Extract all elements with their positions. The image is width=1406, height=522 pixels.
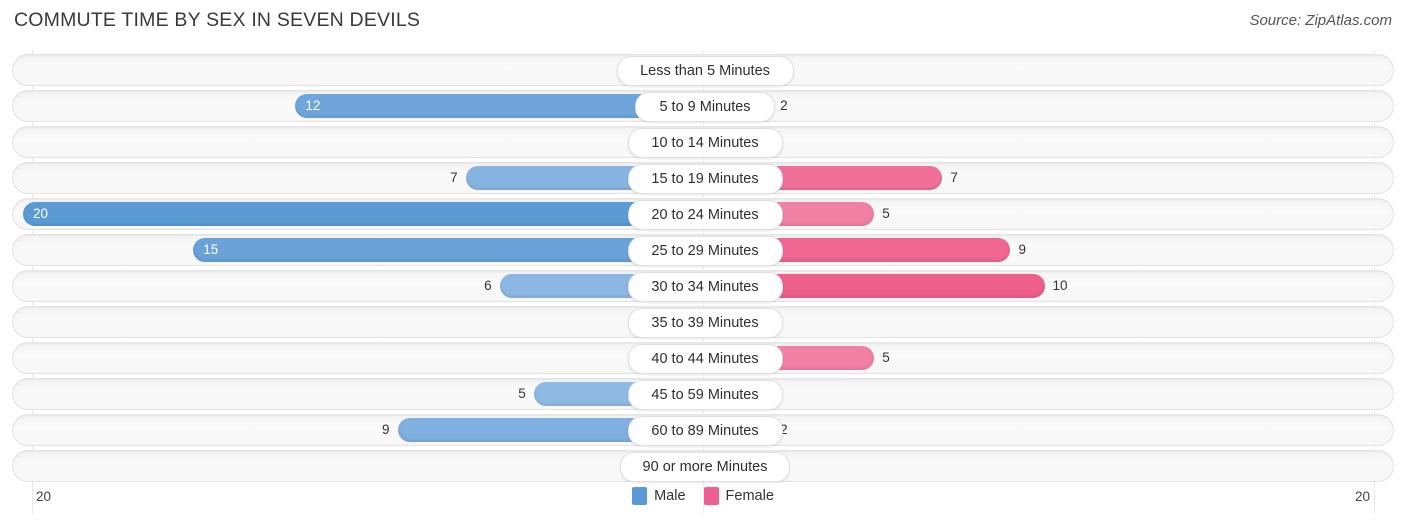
value-label-male: 7	[450, 170, 458, 185]
table-row: 9 2 60 to 89 Minutes	[12, 414, 1394, 446]
legend-item-female[interactable]: Female	[703, 487, 774, 505]
table-row: 12 2 5 to 9 Minutes	[12, 90, 1394, 122]
category-label: 40 to 44 Minutes	[627, 344, 783, 374]
category-label: 5 to 9 Minutes	[635, 92, 775, 122]
category-label: 45 to 59 Minutes	[627, 380, 783, 410]
value-label-female: 10	[1052, 278, 1068, 293]
value-label-female: 7	[950, 170, 958, 185]
table-row: 15 9 25 to 29 Minutes	[12, 234, 1394, 266]
value-label-female: 9	[1018, 242, 1026, 257]
value-label-female: 5	[882, 206, 890, 221]
legend-item-male[interactable]: Male	[632, 487, 686, 505]
legend-label-male: Male	[654, 488, 686, 504]
value-label-male: 5	[518, 386, 526, 401]
legend-swatch-female-icon	[703, 487, 719, 505]
table-row: 0110 to 14 Minutes	[12, 126, 1394, 158]
legend-label-female: Female	[725, 488, 774, 504]
value-label-male: 15	[203, 242, 219, 257]
category-label: 60 to 89 Minutes	[627, 416, 783, 446]
category-label: 20 to 24 Minutes	[627, 200, 783, 230]
table-row: 6 10 30 to 34 Minutes	[12, 270, 1394, 302]
value-label-male: 12	[305, 98, 321, 113]
value-label-female: 2	[780, 98, 788, 113]
value-label-male: 6	[484, 278, 492, 293]
category-label: 90 or more Minutes	[620, 452, 790, 482]
plot-area: 20Less than 5 Minutes1225 to 9 Minutes01…	[0, 50, 1406, 514]
page-title: COMMUTE TIME BY SEX IN SEVEN DEVILS	[14, 9, 421, 31]
table-row: 20Less than 5 Minutes	[12, 54, 1394, 86]
table-row: 5045 to 59 Minutes	[12, 378, 1394, 410]
value-label-female: 2	[780, 422, 788, 437]
table-row: 0035 to 39 Minutes	[12, 306, 1394, 338]
table-row: 7 7 15 to 19 Minutes	[12, 162, 1394, 194]
category-label: 25 to 29 Minutes	[627, 236, 783, 266]
category-label: 15 to 19 Minutes	[627, 164, 783, 194]
table-row: 20 5 20 to 24 Minutes	[12, 198, 1394, 230]
bar-male[interactable]	[23, 202, 704, 226]
category-label: 35 to 39 Minutes	[627, 308, 783, 338]
source-attribution: Source: ZipAtlas.com	[1249, 12, 1392, 29]
table-row: 0090 or more Minutes	[12, 450, 1394, 482]
table-row: 1540 to 44 Minutes	[12, 342, 1394, 374]
value-label-male: 9	[382, 422, 390, 437]
chart-legend: Male Female	[0, 487, 1406, 505]
category-label: 10 to 14 Minutes	[627, 128, 783, 158]
chart-container: COMMUTE TIME BY SEX IN SEVEN DEVILS Sour…	[0, 0, 1406, 522]
value-label-female: 5	[882, 350, 890, 365]
category-label: Less than 5 Minutes	[616, 56, 794, 86]
category-label: 30 to 34 Minutes	[627, 272, 783, 302]
legend-swatch-male-icon	[632, 487, 648, 505]
value-label-male: 20	[33, 206, 49, 221]
